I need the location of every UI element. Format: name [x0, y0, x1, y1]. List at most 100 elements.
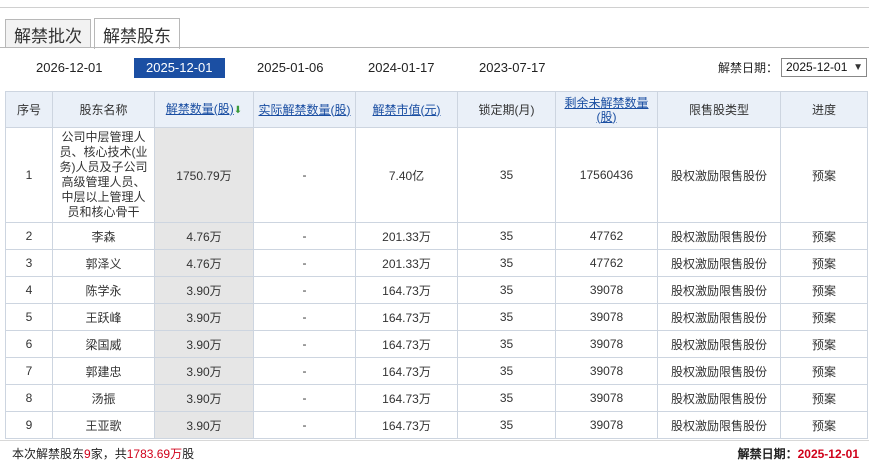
date-option[interactable]: 2025-01-06	[245, 58, 336, 78]
cell-unlock-value: 164.73万	[355, 384, 458, 412]
table-row: 4 陈学永 3.90万 - 164.73万 35 39078 股权激励限售股份 …	[5, 276, 868, 304]
cell-seq: 7	[5, 357, 53, 385]
cell-remaining: 39078	[555, 303, 658, 331]
cell-unlock-value: 164.73万	[355, 330, 458, 358]
cell-unlock-qty: 3.90万	[154, 411, 254, 439]
cell-unlock-qty: 4.76万	[154, 222, 254, 250]
col-header-actual-unlock-qty[interactable]: 实际解禁数量(股)	[253, 91, 356, 128]
cell-progress: 预案	[780, 127, 868, 223]
summary-total-qty: 1783.69万	[126, 447, 183, 461]
cell-lock-period: 35	[457, 411, 556, 439]
cell-remaining: 39078	[555, 357, 658, 385]
cell-seq: 2	[5, 222, 53, 250]
date-option[interactable]: 2024-01-17	[356, 58, 447, 78]
cell-share-type: 股权激励限售股份	[657, 222, 781, 250]
cell-progress: 预案	[780, 411, 868, 439]
date-option-selected[interactable]: 2025-12-01	[134, 58, 225, 78]
cell-lock-period: 35	[457, 222, 556, 250]
tab-unlock-batch[interactable]: 解禁批次	[5, 19, 91, 48]
cell-lock-period: 35	[457, 249, 556, 277]
cell-unlock-qty: 3.90万	[154, 330, 254, 358]
cell-lock-period: 35	[457, 384, 556, 412]
summary-footer: 本次解禁股东9家，共1783.69万股 解禁日期：2025-12-01	[0, 440, 869, 464]
cell-actual-unlock-qty: -	[253, 330, 356, 358]
cell-remaining: 39078	[555, 384, 658, 412]
cell-share-type: 股权激励限售股份	[657, 411, 781, 439]
unlock-date-label: 解禁日期：	[718, 61, 779, 75]
cell-actual-unlock-qty: -	[253, 411, 356, 439]
cell-holder-name: 郭建忠	[52, 357, 155, 385]
cell-progress: 预案	[780, 384, 868, 412]
cell-lock-period: 35	[457, 276, 556, 304]
cell-progress: 预案	[780, 330, 868, 358]
cell-lock-period: 35	[457, 357, 556, 385]
date-filter-bar: 2026-12-01 2025-12-01 2025-01-06 2024-01…	[0, 56, 869, 80]
cell-share-type: 股权激励限售股份	[657, 249, 781, 277]
table-row: 2 李森 4.76万 - 201.33万 35 47762 股权激励限售股份 预…	[5, 222, 868, 250]
cell-remaining: 39078	[555, 330, 658, 358]
table-header-row: 序号 股东名称 解禁数量(股)⬇ 实际解禁数量(股) 解禁市值(元) 锁定期(月…	[5, 91, 868, 128]
sort-unlock-value-link[interactable]: 解禁市值(元)	[373, 103, 441, 117]
cell-actual-unlock-qty: -	[253, 276, 356, 304]
tab-unlock-holders[interactable]: 解禁股东	[94, 18, 180, 49]
table-row: 8 汤振 3.90万 - 164.73万 35 39078 股权激励限售股份 预…	[5, 384, 868, 412]
cell-unlock-value: 201.33万	[355, 222, 458, 250]
cell-unlock-qty: 3.90万	[154, 357, 254, 385]
cell-holder-name: 公司中层管理人员、核心技术(业务)人员及子公司高级管理人员、中层以上管理人员和核…	[52, 127, 155, 223]
table-row: 1 公司中层管理人员、核心技术(业务)人员及子公司高级管理人员、中层以上管理人员…	[5, 127, 868, 223]
table-row: 9 王亚歌 3.90万 - 164.73万 35 39078 股权激励限售股份 …	[5, 411, 868, 439]
cell-lock-period: 35	[457, 303, 556, 331]
cell-holder-name: 汤振	[52, 384, 155, 412]
cell-actual-unlock-qty: -	[253, 249, 356, 277]
cell-holder-name: 李森	[52, 222, 155, 250]
date-option[interactable]: 2026-12-01	[24, 58, 115, 78]
cell-seq: 6	[5, 330, 53, 358]
cell-seq: 8	[5, 384, 53, 412]
summary-date-value: 2025-12-01	[797, 447, 859, 461]
cell-holder-name: 梁国威	[52, 330, 155, 358]
cell-actual-unlock-qty: -	[253, 127, 356, 223]
sort-unlock-qty-link[interactable]: 解禁数量(股)	[166, 102, 234, 116]
unlock-summary: 本次解禁股东9家，共1783.69万股	[12, 445, 194, 462]
cell-unlock-value: 164.73万	[355, 357, 458, 385]
cell-actual-unlock-qty: -	[253, 222, 356, 250]
col-header-share-type: 限售股类型	[657, 91, 781, 128]
unlock-date-select[interactable]: 2025-12-01 ▼	[781, 58, 867, 77]
cell-remaining: 47762	[555, 222, 658, 250]
sort-remaining-link[interactable]: 剩余未解禁数量(股)	[564, 96, 648, 124]
table-row: 3 郭泽义 4.76万 - 201.33万 35 47762 股权激励限售股份 …	[5, 249, 868, 277]
cell-unlock-value: 164.73万	[355, 411, 458, 439]
col-header-unlock-qty[interactable]: 解禁数量(股)⬇	[154, 91, 254, 128]
chevron-down-icon: ▼	[853, 62, 863, 73]
summary-date-label: 解禁日期：	[737, 447, 798, 461]
cell-lock-period: 35	[457, 330, 556, 358]
cell-progress: 预案	[780, 276, 868, 304]
tab-bar: 解禁批次 解禁股东	[5, 18, 183, 49]
col-header-name: 股东名称	[52, 91, 155, 128]
cell-share-type: 股权激励限售股份	[657, 384, 781, 412]
cell-progress: 预案	[780, 222, 868, 250]
date-option[interactable]: 2023-07-17	[467, 58, 558, 78]
cell-unlock-qty: 3.90万	[154, 276, 254, 304]
summary-prefix: 本次解禁股东	[12, 447, 85, 461]
cell-progress: 预案	[780, 249, 868, 277]
col-header-seq: 序号	[5, 91, 53, 128]
cell-remaining: 47762	[555, 249, 658, 277]
cell-seq: 9	[5, 411, 53, 439]
cell-actual-unlock-qty: -	[253, 384, 356, 412]
sort-actual-unlock-qty-link[interactable]: 实际解禁数量(股)	[259, 103, 351, 117]
col-header-remaining[interactable]: 剩余未解禁数量(股)	[555, 91, 658, 128]
cell-holder-name: 郭泽义	[52, 249, 155, 277]
cell-share-type: 股权激励限售股份	[657, 276, 781, 304]
summary-holder-count: 9	[84, 447, 91, 461]
cell-unlock-qty: 3.90万	[154, 303, 254, 331]
cell-unlock-qty: 4.76万	[154, 249, 254, 277]
cell-share-type: 股权激励限售股份	[657, 127, 781, 223]
cell-unlock-value: 164.73万	[355, 303, 458, 331]
cell-holder-name: 陈学永	[52, 276, 155, 304]
cell-remaining: 39078	[555, 411, 658, 439]
cell-holder-name: 王跃峰	[52, 303, 155, 331]
cell-unlock-qty: 3.90万	[154, 384, 254, 412]
cell-unlock-value: 164.73万	[355, 276, 458, 304]
col-header-unlock-value[interactable]: 解禁市值(元)	[355, 91, 458, 128]
